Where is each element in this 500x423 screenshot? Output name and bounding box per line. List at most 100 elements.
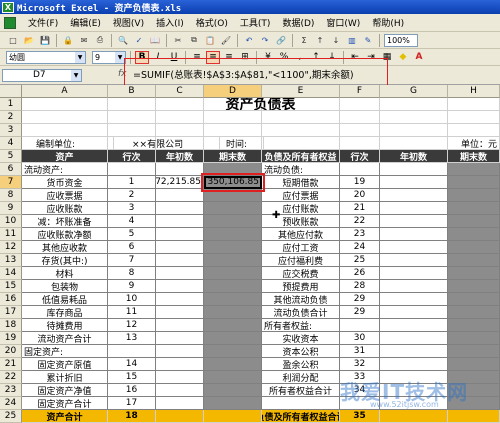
asset-end[interactable]: [204, 228, 262, 241]
menu-item[interactable]: 工具(T): [234, 16, 277, 29]
liability-begin[interactable]: [380, 189, 448, 202]
permission-icon[interactable]: 🔒: [61, 34, 75, 47]
select-all-corner[interactable]: [0, 85, 22, 98]
row-header[interactable]: 9: [0, 202, 22, 215]
liability-row-no[interactable]: 22: [340, 215, 380, 228]
drawing-icon[interactable]: ✎: [361, 34, 375, 47]
liability-end[interactable]: [448, 241, 500, 254]
menu-item[interactable]: 视图(V): [107, 16, 150, 29]
font-name-select[interactable]: 幼圆 ▼: [6, 50, 86, 64]
liability-name[interactable]: 其他流动负债: [262, 293, 340, 306]
column-header-h[interactable]: H: [448, 85, 500, 98]
row-header[interactable]: 5: [0, 150, 22, 163]
liability-begin[interactable]: [380, 345, 448, 358]
liability-name[interactable]: 所有者权益:: [262, 319, 340, 332]
asset-row-no[interactable]: 1: [108, 176, 156, 189]
menu-item[interactable]: 编辑(E): [64, 16, 107, 29]
liability-end[interactable]: [448, 280, 500, 293]
asset-begin[interactable]: [156, 371, 204, 384]
asset-begin[interactable]: [156, 228, 204, 241]
menu-item[interactable]: 数据(D): [276, 16, 320, 29]
row-header[interactable]: 1: [0, 98, 22, 111]
format-painter-icon[interactable]: 🖌: [219, 34, 233, 47]
liability-name[interactable]: 应付票据: [262, 189, 340, 202]
liability-begin[interactable]: [380, 280, 448, 293]
row-header[interactable]: 11: [0, 228, 22, 241]
asset-row-no[interactable]: 15: [108, 371, 156, 384]
asset-begin[interactable]: [156, 280, 204, 293]
cell[interactable]: [448, 111, 500, 124]
asset-begin[interactable]: [156, 397, 204, 410]
asset-name[interactable]: 应收账款: [22, 202, 108, 215]
cell[interactable]: [380, 124, 448, 137]
asset-end[interactable]: [204, 306, 262, 319]
copy-icon[interactable]: ⧉: [187, 34, 201, 47]
asset-begin[interactable]: [156, 241, 204, 254]
asset-begin[interactable]: [156, 293, 204, 306]
font-size-select[interactable]: 9 ▼: [92, 50, 126, 64]
redo-icon[interactable]: ↷: [258, 34, 272, 47]
row-header[interactable]: 4: [0, 137, 22, 150]
asset-name[interactable]: 应收账款净额: [22, 228, 108, 241]
row-header[interactable]: 10: [0, 215, 22, 228]
asset-row-no[interactable]: 3: [108, 202, 156, 215]
cell[interactable]: [108, 124, 156, 137]
total-liab-begin[interactable]: [380, 410, 448, 423]
asset-row-no[interactable]: [108, 163, 156, 176]
liability-end[interactable]: [448, 358, 500, 371]
asset-begin[interactable]: [156, 215, 204, 228]
open-icon[interactable]: 📂: [22, 34, 36, 47]
font-color-icon[interactable]: A: [412, 51, 426, 64]
liability-row-no[interactable]: 26: [340, 267, 380, 280]
print-icon[interactable]: ⎙: [93, 34, 107, 47]
asset-begin[interactable]: [156, 345, 204, 358]
liability-row-no[interactable]: 25: [340, 254, 380, 267]
asset-name[interactable]: 固定资产:: [22, 345, 108, 358]
asset-name[interactable]: 固定资产净值: [22, 384, 108, 397]
liability-begin[interactable]: [380, 163, 448, 176]
asset-begin[interactable]: [156, 189, 204, 202]
liability-row-no[interactable]: 23: [340, 228, 380, 241]
liability-end[interactable]: [448, 202, 500, 215]
liability-end[interactable]: [448, 293, 500, 306]
liability-row-no[interactable]: 20: [340, 189, 380, 202]
cell[interactable]: [22, 124, 108, 137]
liability-name[interactable]: 应交税费: [262, 267, 340, 280]
email-icon[interactable]: ✉: [77, 34, 91, 47]
row-header[interactable]: 22: [0, 371, 22, 384]
cell[interactable]: [262, 137, 340, 150]
asset-end[interactable]: [204, 384, 262, 397]
row-header[interactable]: 8: [0, 189, 22, 202]
liability-end[interactable]: [448, 176, 500, 189]
liability-end[interactable]: [448, 319, 500, 332]
asset-end[interactable]: [204, 371, 262, 384]
liability-row-no[interactable]: [340, 163, 380, 176]
asset-row-no[interactable]: [108, 345, 156, 358]
liability-name[interactable]: 盈余公积: [262, 358, 340, 371]
liability-row-no[interactable]: [340, 319, 380, 332]
row-header[interactable]: 19: [0, 332, 22, 345]
asset-begin[interactable]: [156, 384, 204, 397]
liability-end[interactable]: [448, 254, 500, 267]
column-header-b[interactable]: B: [108, 85, 156, 98]
liability-end[interactable]: [448, 306, 500, 319]
cell[interactable]: [156, 111, 204, 124]
asset-name[interactable]: 应收票据: [22, 189, 108, 202]
liability-row-no[interactable]: 24: [340, 241, 380, 254]
asset-row-no[interactable]: 14: [108, 358, 156, 371]
liability-row-no[interactable]: 29: [340, 306, 380, 319]
liability-name[interactable]: 所有者权益合计: [262, 384, 340, 397]
asset-name[interactable]: 待摊费用: [22, 319, 108, 332]
liability-begin[interactable]: [380, 241, 448, 254]
liability-row-no[interactable]: 30: [340, 332, 380, 345]
column-header-g[interactable]: G: [380, 85, 448, 98]
menu-item[interactable]: 文件(F): [22, 16, 64, 29]
fill-color-icon[interactable]: ◆: [396, 51, 410, 64]
asset-row-no[interactable]: 6: [108, 241, 156, 254]
asset-name[interactable]: 库存商品: [22, 306, 108, 319]
cell[interactable]: [108, 111, 156, 124]
liability-row-no[interactable]: 29: [340, 293, 380, 306]
liability-row-no[interactable]: 32: [340, 358, 380, 371]
liability-name[interactable]: 短期借款: [262, 176, 340, 189]
asset-begin[interactable]: [156, 319, 204, 332]
